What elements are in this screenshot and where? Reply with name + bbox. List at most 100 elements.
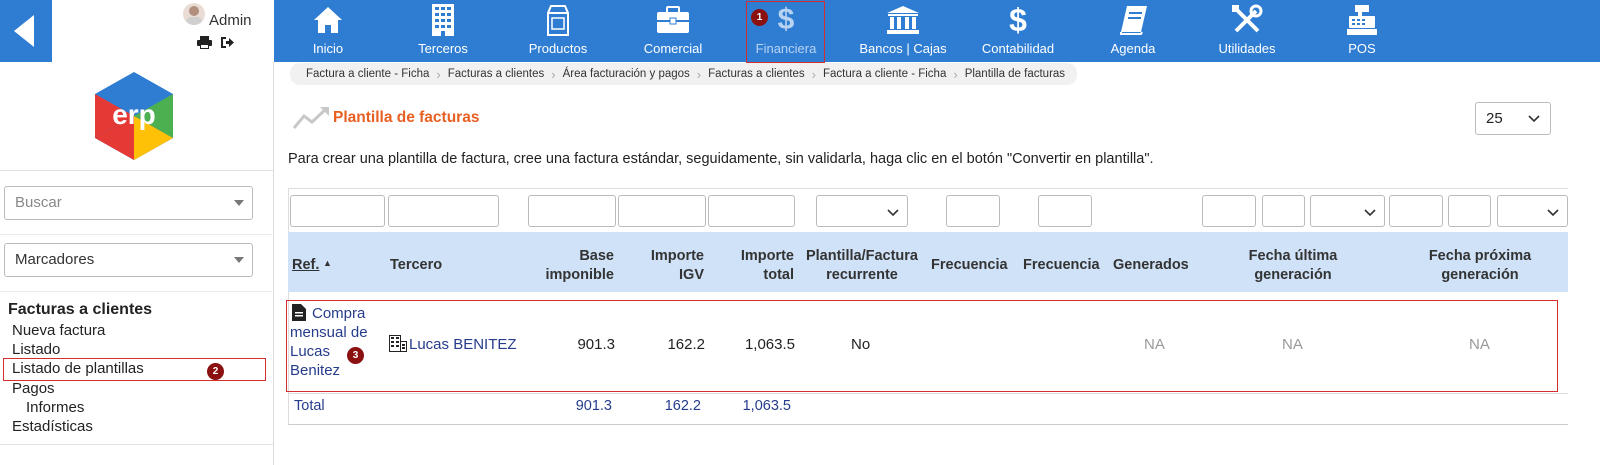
header-base[interactable]: Base (520, 247, 614, 266)
breadcrumb-item[interactable]: Facturas a clientes (708, 68, 805, 80)
filter-ref-input[interactable] (290, 195, 385, 227)
building-icon (432, 4, 454, 36)
erp-logo[interactable]: erp (91, 70, 177, 162)
menu-listado[interactable]: Listado (12, 341, 60, 358)
user-block: Admin (52, 0, 274, 62)
header-frecuencia-unit[interactable]: Frecuencia (1023, 256, 1100, 275)
home-icon (314, 7, 342, 33)
page-limit-select[interactable]: 25 (1475, 102, 1551, 135)
header-last-gen-line2[interactable]: generación (1222, 266, 1364, 285)
chevron-down-icon (234, 200, 244, 206)
nav-agenda[interactable]: Agenda (1093, 0, 1173, 62)
header-next-gen[interactable]: Fecha próxima (1405, 247, 1555, 266)
bookmarks-select[interactable]: Marcadores (4, 243, 253, 277)
sort-asc-icon[interactable]: ▲ (323, 258, 332, 268)
breadcrumb-separator-icon: › (436, 66, 441, 82)
trend-chart-icon (292, 107, 329, 129)
nav-label: POS (1348, 41, 1376, 56)
total-total: 1,063.5 (742, 398, 791, 414)
total-igv: 162.2 (664, 398, 701, 414)
logout-icon[interactable] (220, 36, 234, 49)
nav-label: Bancos | Cajas (859, 41, 947, 56)
chevron-down-icon (1528, 115, 1540, 123)
user-name[interactable]: Admin (209, 12, 252, 29)
filter-igv-input[interactable] (618, 195, 706, 227)
filter-frecuencia-unit-input[interactable] (1038, 195, 1092, 227)
filter-last-day-input[interactable] (1202, 195, 1256, 227)
menu-estadisticas[interactable]: Estadísticas (12, 418, 93, 435)
annotation-badge-1: 1 (751, 9, 768, 26)
breadcrumb-item-current[interactable]: Plantilla de facturas (965, 68, 1065, 80)
header-recurrente-line2[interactable]: recurrente (798, 266, 926, 285)
page-limit-value: 25 (1486, 110, 1503, 127)
breadcrumb-item[interactable]: Factura a cliente - Ficha (306, 68, 429, 80)
filter-tercero-input[interactable] (388, 195, 499, 227)
breadcrumb: Factura a cliente - Ficha › Facturas a cl… (290, 63, 1078, 85)
nav-label: Agenda (1110, 41, 1156, 56)
back-arrow-button[interactable] (0, 0, 52, 62)
product-box-icon (547, 5, 569, 36)
search-select[interactable]: Buscar (4, 186, 253, 220)
breadcrumb-item[interactable]: Factura a cliente - Ficha (823, 68, 946, 80)
print-icon[interactable] (197, 36, 212, 49)
nav-bancos-cajas[interactable]: Bancos | Cajas (858, 0, 948, 62)
menu-nueva-factura[interactable]: Nueva factura (12, 322, 105, 339)
nav-contabilidad[interactable]: $ Contabilidad (978, 0, 1058, 62)
breadcrumb-item[interactable]: Área facturación y pagos (563, 68, 690, 80)
filter-next-month-input[interactable] (1448, 195, 1491, 227)
top-nav-bar: Admin Inicio Terceros Productos Comercia… (0, 0, 1600, 63)
header-recurrente[interactable]: Plantilla/Factura (798, 247, 926, 266)
nav-label: Contabilidad (981, 41, 1055, 56)
nav-comercial[interactable]: Comercial (633, 0, 713, 62)
header-base-line2[interactable]: imponible (520, 266, 614, 285)
filter-next-day-input[interactable] (1389, 195, 1443, 227)
nav-utilidades[interactable]: Utilidades (1207, 0, 1287, 62)
header-next-gen-line2[interactable]: generación (1405, 266, 1555, 285)
filter-frecuencia-input[interactable] (946, 195, 1000, 227)
page-title: Plantilla de facturas (333, 109, 480, 126)
sidebar-divider (0, 291, 274, 292)
header-last-gen[interactable]: Fecha última (1222, 247, 1364, 266)
svg-text:erp: erp (112, 99, 156, 130)
search-placeholder: Buscar (15, 194, 62, 211)
header-ref[interactable]: Ref. (292, 256, 319, 275)
chevron-down-icon (234, 257, 244, 263)
row-highlight-box (286, 300, 1558, 392)
nav-label: Utilidades (1218, 41, 1276, 56)
breadcrumb-item[interactable]: Facturas a clientes (448, 68, 545, 80)
menu-informes[interactable]: Informes (26, 399, 84, 416)
header-tercero[interactable]: Tercero (390, 256, 442, 275)
header-total-line2[interactable]: total (706, 266, 794, 285)
nav-productos[interactable]: Productos (518, 0, 598, 62)
menu-title-facturas-clientes[interactable]: Facturas a clientes (8, 301, 152, 319)
nav-label: Comercial (643, 41, 703, 56)
filter-base-input[interactable] (528, 195, 616, 227)
header-frecuencia[interactable]: Frecuencia (931, 256, 1008, 275)
avatar[interactable] (183, 3, 205, 25)
nav-label: Terceros (418, 41, 468, 56)
back-arrow-icon (14, 15, 34, 47)
info-text: Para crear una plantilla de factura, cre… (288, 151, 1154, 167)
header-igv[interactable]: Importe (620, 247, 704, 266)
breadcrumb-separator-icon: › (696, 66, 702, 82)
chevron-down-icon (1547, 209, 1559, 217)
total-base: 901.3 (575, 398, 612, 414)
nav-inicio[interactable]: Inicio (288, 0, 368, 62)
filter-recurrente-select[interactable] (816, 195, 908, 227)
nav-pos[interactable]: POS (1322, 0, 1402, 62)
filter-next-year-select[interactable] (1497, 195, 1568, 227)
menu-pagos[interactable]: Pagos (12, 380, 55, 397)
filter-last-month-input[interactable] (1262, 195, 1305, 227)
header-igv-line2[interactable]: IGV (620, 266, 704, 285)
filter-last-year-select[interactable] (1310, 195, 1385, 227)
tools-icon (1232, 4, 1263, 33)
filter-total-input[interactable] (708, 195, 795, 227)
nav-label: Productos (528, 41, 588, 56)
left-sidebar: erp Buscar Marcadores Facturas a cliente… (0, 62, 274, 465)
sidebar-divider (0, 170, 274, 171)
breadcrumb-separator-icon: › (551, 66, 556, 82)
header-generados[interactable]: Generados (1113, 256, 1189, 275)
header-total[interactable]: Importe (706, 247, 794, 266)
nav-terceros[interactable]: Terceros (403, 0, 483, 62)
sidebar-divider (0, 234, 274, 235)
